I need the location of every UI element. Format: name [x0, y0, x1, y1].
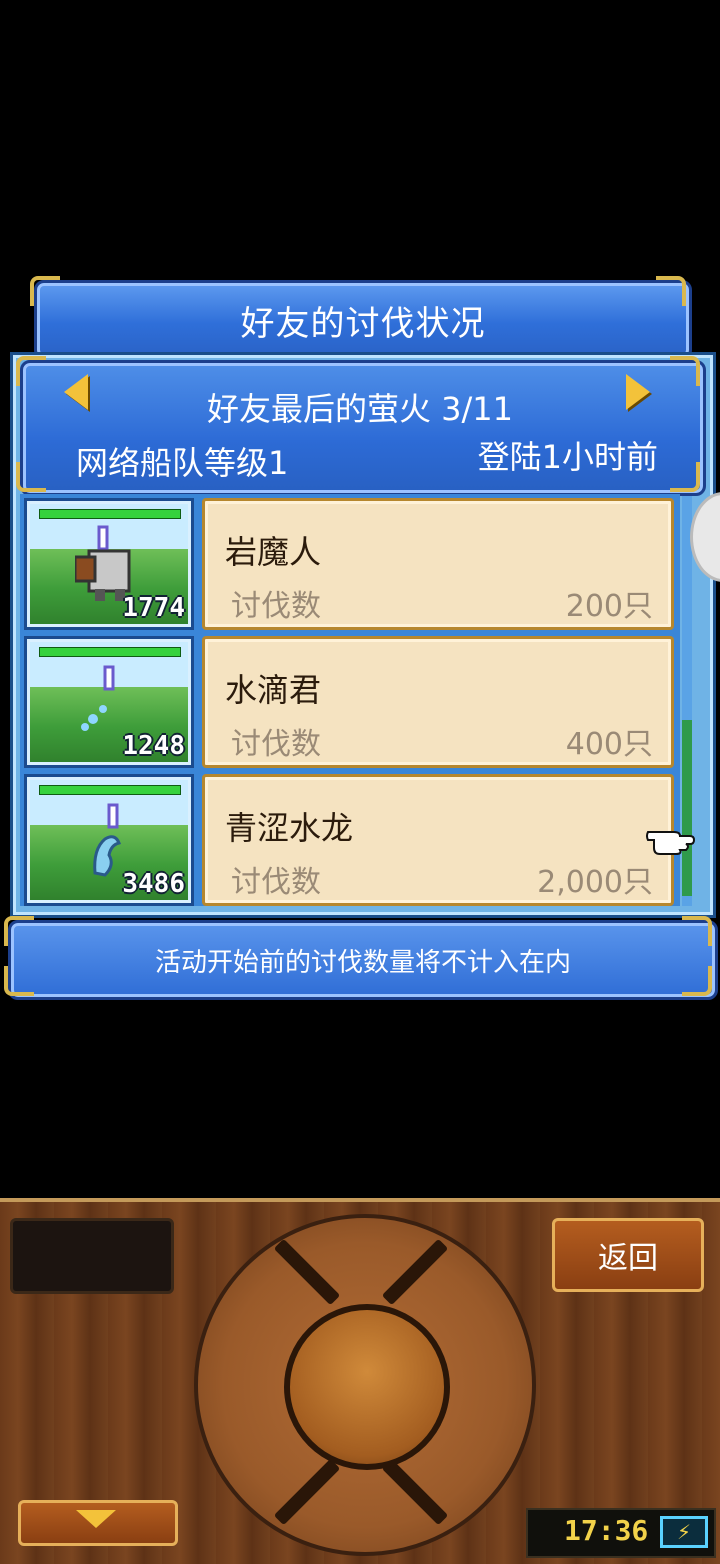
dialog-title: 好友的讨伐状况	[34, 280, 692, 360]
monster-name: 青涩水龙	[225, 809, 354, 847]
frame-corner	[16, 356, 46, 386]
fleet-level: 网络船队等级1	[76, 444, 289, 482]
monster-number: 1774	[122, 593, 185, 623]
monster-number: 1248	[122, 731, 185, 761]
arrow-right-icon[interactable]	[626, 374, 650, 410]
hand-pointer-icon	[646, 831, 696, 855]
kill-label: 讨伐数	[231, 589, 321, 624]
list-item[interactable]: 岩魔人 讨伐数 200只	[202, 498, 674, 630]
frame-corner	[656, 276, 686, 306]
battery-bolt: ⚡	[676, 1520, 692, 1544]
water-drop-icon	[81, 665, 115, 731]
frame-corner	[30, 276, 60, 306]
frame-corner	[670, 356, 700, 386]
water-dragon-icon	[93, 803, 122, 877]
frame-corner	[4, 966, 34, 996]
monster-thumbnail[interactable]: 1774	[24, 498, 194, 630]
hp-bar	[39, 647, 181, 657]
last-login: 登陆1小时前	[477, 438, 658, 476]
hp-bar	[39, 785, 181, 795]
back-button-label: 返回	[598, 1241, 658, 1276]
kill-label: 讨伐数	[231, 727, 321, 762]
list-item[interactable]: 青涩水龙 讨伐数 2,000只	[202, 774, 674, 906]
monster-name: 岩魔人	[225, 533, 322, 571]
frame-corner	[4, 916, 34, 946]
kill-count: 2,000只	[537, 865, 653, 900]
back-button[interactable]: 返回	[552, 1218, 704, 1292]
monster-name: 水滴君	[225, 671, 322, 709]
frame-corner	[670, 462, 700, 492]
scrollbar-thumb[interactable]	[682, 720, 692, 896]
rock-golem-icon	[75, 525, 131, 601]
kill-count: 200只	[565, 589, 653, 624]
frame-corner	[682, 916, 712, 946]
arrow-left-icon[interactable]	[64, 374, 88, 410]
kill-count: 400只	[565, 727, 653, 762]
dialog-title-text: 好友的讨伐状况	[240, 303, 486, 344]
dpad-center-button[interactable]	[284, 1304, 450, 1470]
frame-corner	[16, 462, 46, 492]
list-item[interactable]: 水滴君 讨伐数 400只	[202, 636, 674, 768]
monster-thumbnail[interactable]: 1248	[24, 636, 194, 768]
clock: 17:36	[564, 1514, 649, 1547]
friend-name: 好友最后的萤火 3/11	[206, 390, 514, 428]
kill-label: 讨伐数	[231, 865, 321, 900]
frame-corner	[682, 966, 712, 996]
monster-number: 3486	[122, 869, 185, 899]
empty-slot	[10, 1218, 174, 1294]
hp-bar	[39, 509, 181, 519]
monster-thumbnail[interactable]: 3486	[24, 774, 194, 906]
battery-icon: ⚡	[660, 1516, 708, 1548]
arrow-down-icon	[76, 1510, 116, 1528]
notice-banner: 活动开始前的讨伐数量将不计入在内	[8, 920, 718, 1000]
notice-text: 活动开始前的讨伐数量将不计入在内	[154, 947, 571, 978]
